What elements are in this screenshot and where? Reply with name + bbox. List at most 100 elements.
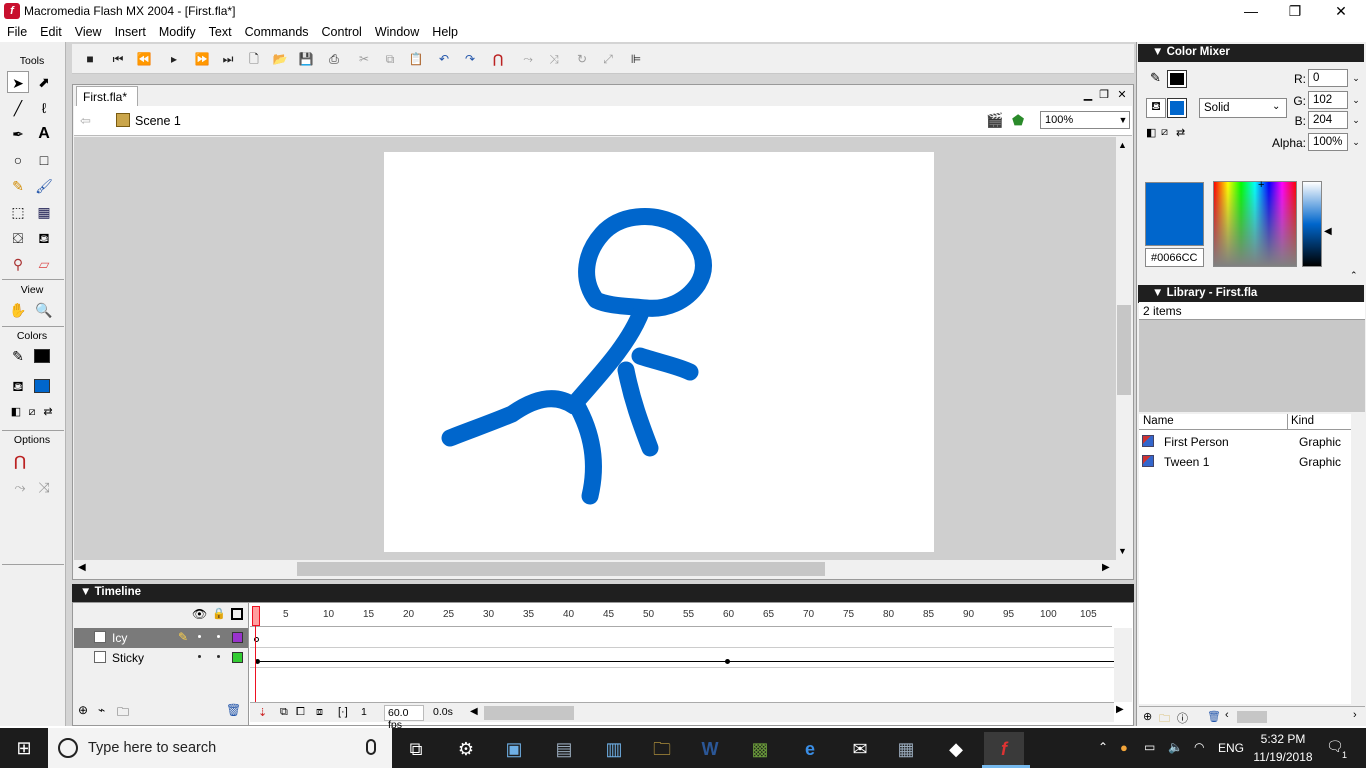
lock-dot[interactable] — [217, 655, 220, 658]
scroll-left-icon[interactable]: ◀ — [470, 706, 478, 717]
pen-tool-icon[interactable]: ✒ — [7, 123, 29, 145]
swap-colors-icon[interactable]: ⇄ — [1176, 126, 1185, 139]
arrow-tool-icon[interactable]: ➤ — [7, 71, 29, 93]
app-icon-4[interactable]: ▦ — [886, 732, 926, 766]
delete-layer-icon[interactable]: 🗑 — [226, 703, 241, 717]
scroll-left-icon[interactable]: ‹ — [1225, 709, 1229, 721]
back-arrow-icon[interactable]: ⇦ — [80, 113, 91, 129]
layer-outline-color[interactable] — [232, 632, 243, 643]
go-to-end-icon[interactable]: ⏭ — [218, 49, 238, 69]
tray-app-icon[interactable]: ● — [1120, 740, 1128, 755]
menu-view[interactable]: View — [68, 22, 108, 42]
stage[interactable] — [384, 152, 934, 552]
edge-icon[interactable]: e — [790, 732, 830, 766]
doc-minimize-icon[interactable]: ▁ — [1080, 88, 1096, 102]
straighten-toolbar-icon[interactable]: ⤨ — [544, 49, 564, 69]
menu-file[interactable]: File — [0, 22, 33, 42]
mixer-stroke-swatch[interactable] — [1167, 70, 1187, 88]
insert-folder-icon[interactable]: 🗀 — [117, 703, 129, 724]
menu-help[interactable]: Help — [425, 22, 464, 42]
menu-control[interactable]: Control — [315, 22, 368, 42]
g-chevron-icon[interactable]: ⌄ — [1350, 91, 1362, 109]
name-column-header[interactable]: Name — [1143, 415, 1174, 427]
hand-tool-icon[interactable]: ✋ — [7, 299, 29, 321]
edit-scene-icon[interactable]: 🎬 — [986, 112, 1003, 129]
timeline-vertical-scrollbar[interactable] — [1114, 628, 1132, 702]
timeline-scroll-thumb[interactable] — [484, 706, 574, 720]
app-icon-5[interactable]: ◆ — [936, 732, 976, 766]
oval-tool-icon[interactable]: ○ — [7, 149, 29, 171]
menu-window[interactable]: Window — [368, 22, 425, 42]
library-item[interactable]: First Person Graphic — [1139, 432, 1351, 452]
r-chevron-icon[interactable]: ⌄ — [1350, 69, 1362, 87]
scale-icon[interactable]: ⤢ — [598, 49, 618, 69]
stick-figure-drawing[interactable] — [384, 152, 934, 552]
scroll-right-icon[interactable]: › — [1353, 709, 1357, 721]
no-color-icon[interactable]: ⧄ — [1161, 126, 1168, 139]
lasso-tool-icon[interactable]: ℓ — [33, 97, 55, 119]
microphone-icon[interactable] — [366, 739, 376, 755]
layer-row-icy[interactable]: Icy ✎ — [74, 628, 248, 648]
windows-start-icon[interactable]: ⊞ — [0, 728, 48, 768]
collapse-up-icon[interactable]: ⌃ — [1350, 270, 1358, 281]
menu-insert[interactable]: Insert — [108, 22, 152, 42]
r-field[interactable]: 0 — [1308, 69, 1348, 87]
playhead[interactable] — [252, 606, 260, 626]
eyedropper-tool-icon[interactable]: ⚲ — [7, 253, 29, 275]
doc-restore-icon[interactable]: ❐ — [1096, 88, 1112, 102]
layer-outline-color[interactable] — [232, 652, 243, 663]
step-back-icon[interactable]: ⏪ — [134, 49, 154, 69]
paint-bucket-tool-icon[interactable]: ⛾ — [33, 227, 55, 249]
menu-text[interactable]: Text — [202, 22, 238, 42]
scroll-right-icon[interactable]: ▶ — [1102, 562, 1110, 573]
add-motion-guide-icon[interactable]: ⌁ — [98, 703, 105, 717]
keyframe[interactable] — [725, 659, 730, 664]
volume-icon[interactable]: 🔈 — [1168, 740, 1183, 754]
edit-symbols-icon[interactable]: ⬟ — [1012, 112, 1024, 129]
flash-taskbar-icon[interactable]: f — [984, 732, 1024, 766]
timeline-header[interactable]: ▼ Timeline — [72, 584, 1134, 602]
mixer-fill-swatch[interactable] — [1167, 98, 1187, 118]
frames-ruler[interactable]: 5 10 15 20 25 30 35 40 45 50 55 60 65 70… — [250, 603, 1112, 627]
library-header[interactable]: ▼ Library - First.fla — [1138, 285, 1364, 303]
alpha-field[interactable]: 100% — [1308, 133, 1348, 151]
pencil-tool-icon[interactable]: ✎ — [7, 175, 29, 197]
library-vertical-scrollbar[interactable] — [1351, 414, 1365, 704]
scroll-up-icon[interactable]: ▲ — [1118, 140, 1127, 150]
insert-layer-icon[interactable]: ⊕ — [78, 703, 88, 717]
b-chevron-icon[interactable]: ⌄ — [1350, 111, 1362, 129]
visibility-dot[interactable] — [198, 635, 201, 638]
lock-icon[interactable]: 🔒 — [212, 607, 226, 620]
language-indicator[interactable]: ENG — [1218, 741, 1244, 755]
library-scroll-thumb[interactable] — [1237, 711, 1267, 723]
app-icon-3[interactable]: ▥ — [594, 732, 634, 766]
fill-bucket-icon[interactable]: ⛾ — [1146, 98, 1166, 118]
free-transform-tool-icon[interactable]: ⬚ — [7, 201, 29, 223]
lock-dot[interactable] — [217, 635, 220, 638]
frame-row-icy[interactable] — [250, 628, 1114, 648]
show-hidden-icons-icon[interactable]: ⌃ — [1098, 740, 1108, 754]
visibility-dot[interactable] — [198, 655, 201, 658]
settings-gear-icon[interactable]: ⚙ — [446, 732, 486, 766]
file-explorer-icon[interactable]: 🗀 — [642, 732, 682, 766]
new-file-icon[interactable]: 🗋 — [244, 49, 264, 69]
library-item[interactable]: Tween 1 Graphic — [1139, 452, 1351, 472]
frame-rate[interactable]: 60.0 fps — [384, 705, 424, 731]
scene-breadcrumb[interactable]: Scene 1 — [135, 114, 181, 128]
color-mixer-header[interactable]: ▼ Color Mixer — [1138, 44, 1364, 62]
kind-column-header[interactable]: Kind — [1291, 415, 1314, 427]
save-icon[interactable]: 💾 — [296, 49, 316, 69]
print-icon[interactable]: ⎙ — [324, 49, 344, 69]
g-field[interactable]: 102 — [1308, 91, 1348, 109]
rewind-icon[interactable]: ⏮ — [108, 49, 128, 69]
properties-icon[interactable]: ⓘ — [1177, 710, 1188, 726]
scroll-down-icon[interactable]: ▼ — [1118, 546, 1127, 556]
scroll-left-icon[interactable]: ◀ — [78, 562, 86, 573]
cut-icon[interactable]: ✂ — [354, 49, 374, 69]
hex-field[interactable]: #0066CC — [1145, 248, 1204, 267]
mail-icon[interactable]: ✉ — [840, 732, 880, 766]
minimize-button[interactable]: — — [1228, 0, 1274, 22]
outline-icon[interactable] — [231, 608, 243, 620]
menu-edit[interactable]: Edit — [33, 22, 68, 42]
stage-vertical-scroll-thumb[interactable] — [1117, 305, 1131, 395]
